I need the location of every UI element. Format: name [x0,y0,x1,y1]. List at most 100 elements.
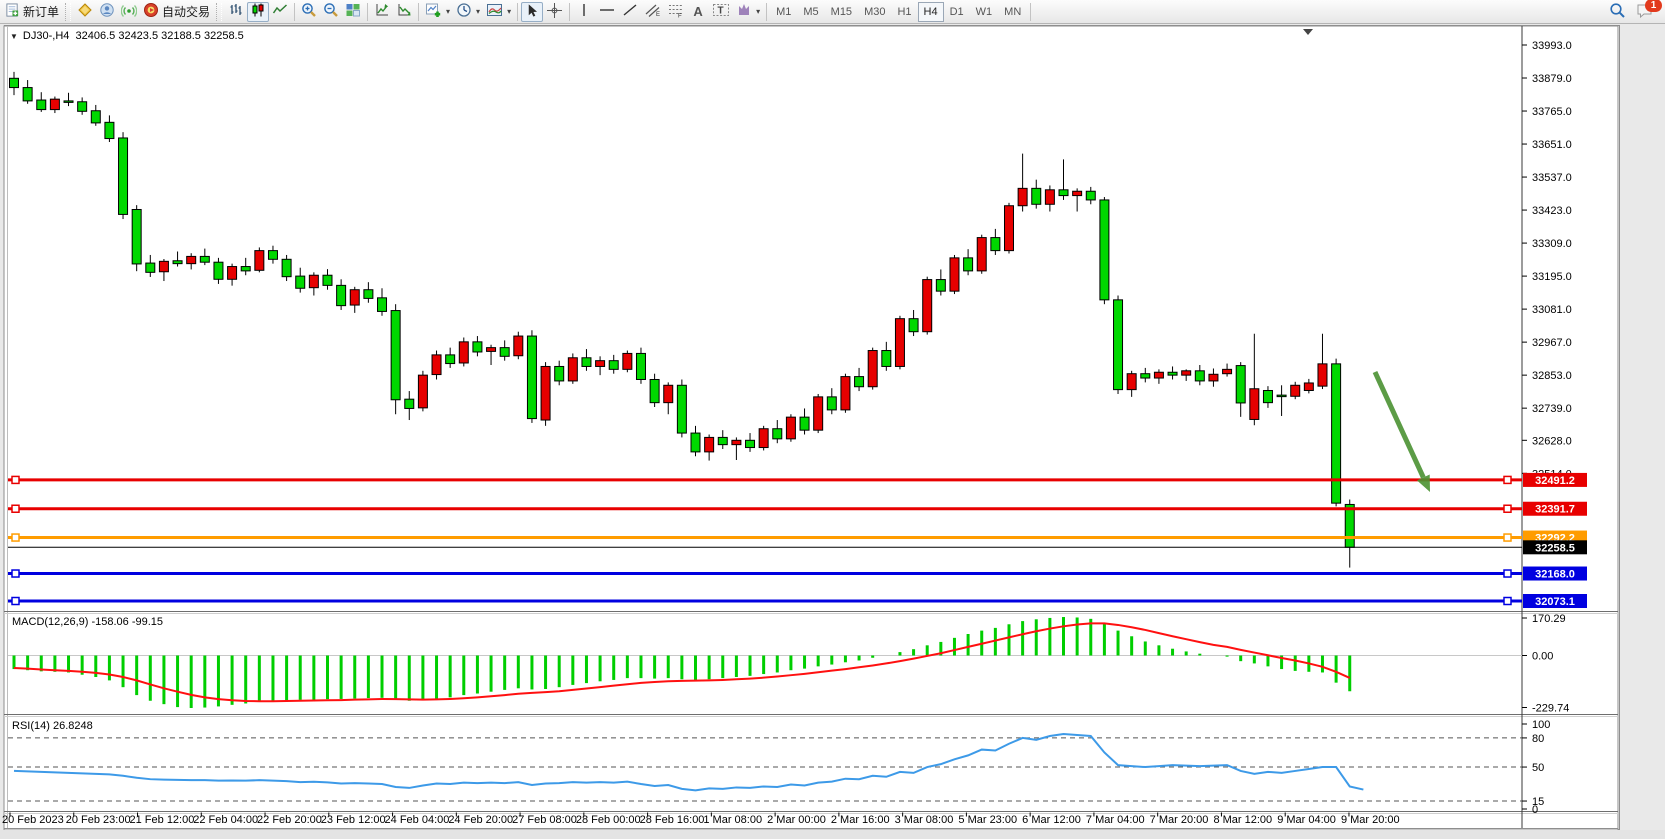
dropdown-caret: ▾ [476,7,480,16]
chevron-down-icon: ▼ [10,32,18,41]
tile-windows-button[interactable] [342,2,364,22]
crosshair-tool-button[interactable] [543,2,566,22]
svg-text:27 Feb 08:00: 27 Feb 08:00 [512,814,577,826]
toolbar-grip [65,3,71,21]
svg-text:28 Feb 16:00: 28 Feb 16:00 [640,814,705,826]
svg-text:170.29: 170.29 [1532,613,1566,625]
indicator-window-button[interactable] [371,2,393,22]
svg-text:33765.0: 33765.0 [1532,106,1572,118]
timeframe-h4-button[interactable]: H4 [918,2,944,22]
svg-text:33879.0: 33879.0 [1532,73,1572,85]
signal-icon [121,2,137,21]
toolbar-separator [1030,3,1031,21]
svg-text:20 Feb 23:00: 20 Feb 23:00 [66,814,131,826]
notifications-button[interactable]: 1 [1633,2,1657,22]
market-watch-button[interactable] [74,2,96,22]
templates-button[interactable]: ▾ [483,2,514,22]
svg-text:100: 100 [1532,719,1550,731]
shapes-tool-button[interactable]: ▾ [733,2,763,22]
svg-text:F: F [678,14,682,19]
svg-text:24 Feb 20:00: 24 Feb 20:00 [448,814,513,826]
tile-windows-icon [345,2,361,21]
timeframe-h1-button[interactable]: H1 [891,2,917,22]
clock-icon [456,2,472,21]
line-chart-mode-button[interactable] [269,2,291,22]
main-toolbar: 新订单 自动交易 ▾ ▾ ▾ E F A T ▾ M1 M5 M15 M30 H… [0,0,1665,24]
vertical-line-icon [577,2,591,21]
fibonacci-tool-button[interactable]: F [664,2,687,22]
periods-button[interactable]: ▾ [453,2,483,22]
add-indicator-icon [425,2,442,21]
svg-text:E: E [656,12,660,18]
candlestick-mode-button[interactable] [247,2,269,22]
cursor-tool-button[interactable] [521,2,543,22]
svg-text:21 Feb 12:00: 21 Feb 12:00 [130,814,195,826]
indicator-down-icon [396,2,412,21]
svg-text:2 Mar 00:00: 2 Mar 00:00 [767,814,826,826]
timeframe-d1-button[interactable]: D1 [944,2,970,22]
svg-text:9 Mar 04:00: 9 Mar 04:00 [1277,814,1336,826]
svg-text:6 Mar 12:00: 6 Mar 12:00 [1022,814,1081,826]
rsi-indicator-label: RSI(14) 26.8248 [12,720,93,732]
zoom-out-button[interactable] [320,2,342,22]
add-indicator-button[interactable]: ▾ [422,2,453,22]
timeframe-m15-button[interactable]: M15 [825,2,858,22]
svg-text:32391.7: 32391.7 [1535,504,1575,516]
macd-indicator-label: MACD(12,26,9) -158.06 -99.15 [12,616,163,628]
bar-chart-mode-button[interactable] [225,2,247,22]
text-tool-button[interactable]: A [687,2,709,22]
crosshair-icon [546,2,563,22]
zoom-in-button[interactable] [298,2,320,22]
search-icon [1609,2,1626,22]
svg-text:32168.0: 32168.0 [1535,569,1575,581]
auto-trading-label: 自动交易 [162,3,210,20]
svg-text:24 Feb 04:00: 24 Feb 04:00 [385,814,450,826]
dropdown-caret: ▾ [507,7,511,16]
signals-button[interactable] [118,2,140,22]
timeframe-m30-button[interactable]: M30 [858,2,891,22]
svg-text:32967.0: 32967.0 [1532,337,1572,349]
search-button[interactable] [1606,2,1629,22]
indicator-window2-button[interactable] [393,2,415,22]
svg-text:32258.5: 32258.5 [1535,542,1575,554]
new-order-label: 新订单 [23,3,59,20]
channel-tool-button[interactable]: E [641,2,664,22]
new-order-button[interactable]: 新订单 [2,2,62,22]
svg-text:23 Feb 12:00: 23 Feb 12:00 [321,814,386,826]
dropdown-caret: ▾ [446,7,450,16]
toolbar-separator [294,3,295,21]
gold-box-icon [77,2,93,21]
svg-text:2 Mar 16:00: 2 Mar 16:00 [831,814,890,826]
svg-text:33993.0: 33993.0 [1532,40,1572,52]
timeframe-w1-button[interactable]: W1 [970,2,999,22]
timeframe-mn-button[interactable]: MN [998,2,1027,22]
pane-borders [4,26,1618,830]
auto-trading-button[interactable]: 自动交易 [140,2,213,22]
window-bottom-strip [0,830,1665,839]
accounts-button[interactable] [96,2,118,22]
text-label-icon: T [712,2,730,21]
candlestick-icon [250,2,266,21]
chart-canvas[interactable]: 33993.033879.033765.033651.033537.033423… [0,0,1665,839]
timeframe-m5-button[interactable]: M5 [797,2,824,22]
svg-text:22 Feb 04:00: 22 Feb 04:00 [193,814,258,826]
svg-text:20 Feb 2023: 20 Feb 2023 [2,814,64,826]
zoom-in-icon [301,2,317,21]
new-order-icon [5,3,20,21]
profile-icon [99,2,115,21]
text-icon: A [693,4,702,19]
svg-text:50: 50 [1532,762,1544,774]
chart-symbol-title[interactable]: ▼DJ30-,H4 32406.5 32423.5 32188.5 32258.… [10,30,244,42]
timeframe-m1-button[interactable]: M1 [770,2,797,22]
svg-text:0: 0 [1532,804,1538,816]
vline-tool-button[interactable] [573,2,595,22]
svg-text:-229.74: -229.74 [1532,702,1569,714]
toolbar-separator [766,3,767,21]
trendline-tool-button[interactable] [619,2,641,22]
equidistant-channel-icon: E [644,2,661,21]
svg-text:32853.0: 32853.0 [1532,370,1572,382]
svg-text:33081.0: 33081.0 [1532,304,1572,316]
label-tool-button[interactable]: T [709,2,733,22]
svg-text:32739.0: 32739.0 [1532,403,1572,415]
hline-tool-button[interactable] [595,2,619,22]
